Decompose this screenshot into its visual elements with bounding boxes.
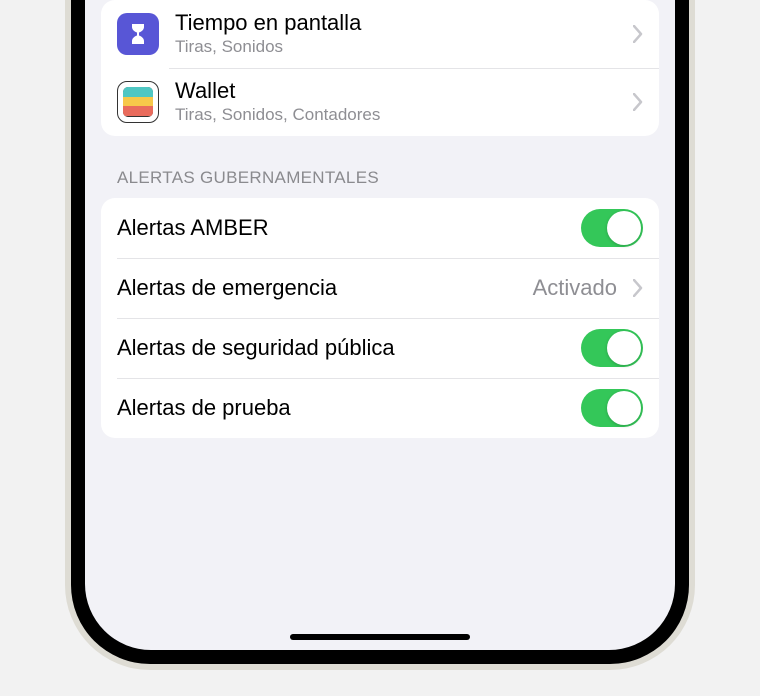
alert-label: Alertas AMBER xyxy=(117,215,581,241)
alert-label: Alertas de prueba xyxy=(117,395,581,421)
app-title: Wallet xyxy=(175,78,623,104)
app-title: Tiempo en pantalla xyxy=(175,10,623,36)
app-row-screentime[interactable]: Tiempo en pantalla Tiras, Sonidos xyxy=(101,0,659,68)
app-subtitle: Tiras, Sonidos xyxy=(175,37,623,57)
home-indicator[interactable] xyxy=(290,634,470,640)
section-header-gov-alerts: ALERTAS GUBERNAMENTALES xyxy=(101,136,659,198)
alerts-card: Alertas AMBER Alertas de emergencia Acti… xyxy=(101,198,659,438)
app-row-text: Wallet Tiras, Sonidos, Contadores xyxy=(175,78,623,126)
alert-label: Alertas de seguridad pública xyxy=(117,335,581,361)
backdrop: Tiempo en pantalla Tiras, Sonidos xyxy=(0,0,760,696)
alert-row-amber: Alertas AMBER xyxy=(101,198,659,258)
app-row-wallet[interactable]: Wallet Tiras, Sonidos, Contadores xyxy=(101,68,659,136)
chevron-right-icon xyxy=(633,279,643,297)
phone-bezel: Tiempo en pantalla Tiras, Sonidos xyxy=(71,0,689,664)
app-row-text: Tiempo en pantalla Tiras, Sonidos xyxy=(175,10,623,58)
alert-row-emergency[interactable]: Alertas de emergencia Activado xyxy=(101,258,659,318)
chevron-right-icon xyxy=(633,25,643,43)
alert-label: Alertas de emergencia xyxy=(117,275,533,301)
toggle-test[interactable] xyxy=(581,389,643,427)
alert-value: Activado xyxy=(533,275,617,301)
app-subtitle: Tiras, Sonidos, Contadores xyxy=(175,105,623,125)
toggle-knob xyxy=(607,391,641,425)
phone-frame: Tiempo en pantalla Tiras, Sonidos xyxy=(65,0,695,670)
alert-row-public-safety: Alertas de seguridad pública xyxy=(101,318,659,378)
hourglass-icon xyxy=(117,13,159,55)
toggle-public-safety[interactable] xyxy=(581,329,643,367)
wallet-icon xyxy=(117,81,159,123)
toggle-knob xyxy=(607,211,641,245)
settings-content: Tiempo en pantalla Tiras, Sonidos xyxy=(85,0,675,438)
chevron-right-icon xyxy=(633,93,643,111)
toggle-amber[interactable] xyxy=(581,209,643,247)
toggle-knob xyxy=(607,331,641,365)
alert-row-test: Alertas de prueba xyxy=(101,378,659,438)
apps-card: Tiempo en pantalla Tiras, Sonidos xyxy=(101,0,659,136)
phone-screen: Tiempo en pantalla Tiras, Sonidos xyxy=(85,0,675,650)
